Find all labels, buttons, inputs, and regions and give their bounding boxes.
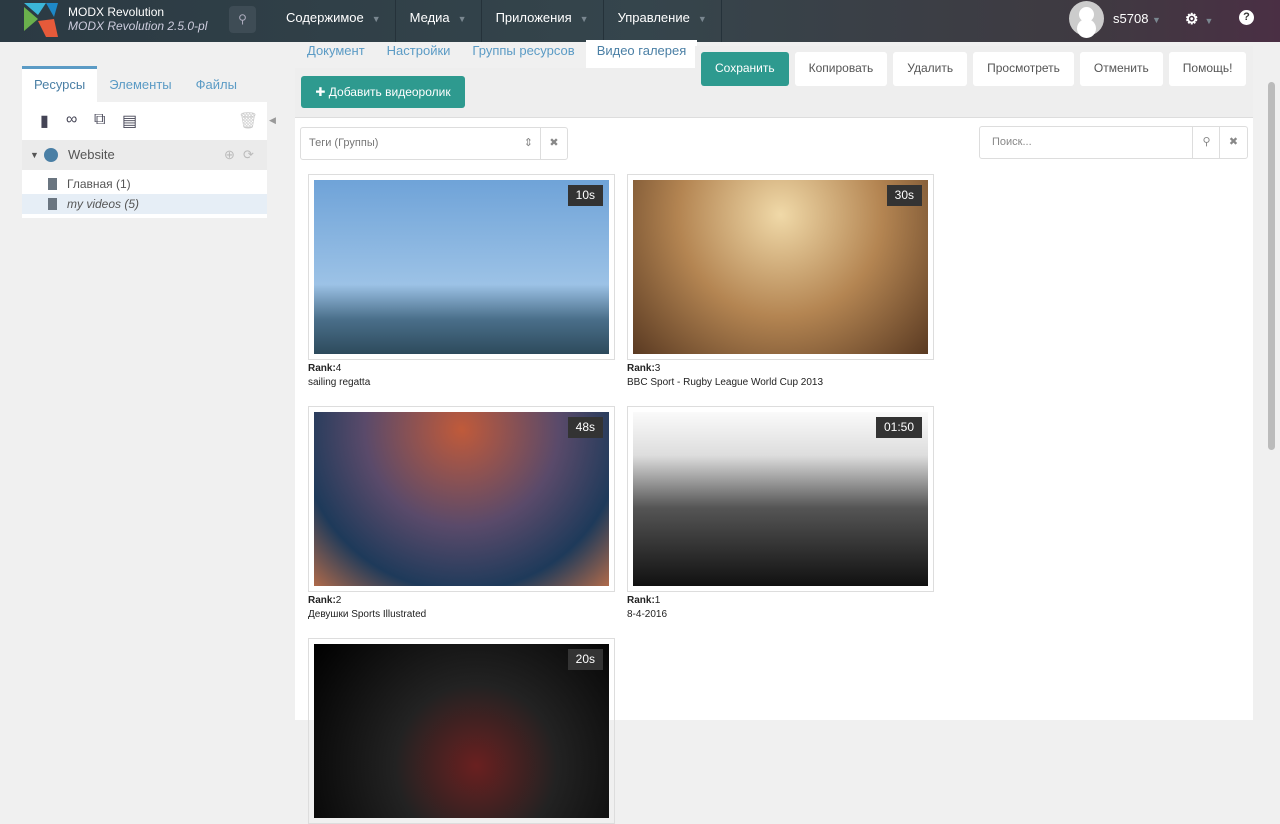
rank-value: 2 [335,595,342,606]
tab-resource-groups[interactable]: Группы ресурсов [461,40,585,68]
nav-label: Содержимое [286,10,364,25]
tags-placeholder: Теги (Группы) [309,137,379,149]
rank-value: 1 [654,595,661,606]
search-icon[interactable]: ⚲ [1192,127,1220,158]
video-thumbnail[interactable]: 10s [314,180,609,354]
new-document-icon[interactable]: ▮ [40,111,49,131]
video-card[interactable]: 20s [308,638,615,824]
video-card[interactable]: 01:50 [627,406,934,592]
video-card[interactable]: 30s [627,174,934,360]
video-caption: Rank:4 sailing regatta [308,362,370,390]
tree-toolbar: ▮ ∞ ⧉ ▤ 🗑 ◀ [22,102,276,140]
tab-settings[interactable]: Настройки [376,40,462,68]
video-caption: Rank:1 8-4-2016 [627,594,667,622]
globe-icon [44,148,58,162]
add-icon[interactable]: ⊕ [224,140,235,170]
resource-panel: Ресурсы Элементы Файлы ▮ ∞ ⧉ ▤ 🗑 ◀ ▼ Web… [22,66,276,218]
avatar[interactable] [1069,1,1104,36]
refresh-icon[interactable]: ⟳ [243,140,254,170]
nav-apps[interactable]: Приложения ▼ [482,0,604,42]
video-thumbnail[interactable]: 48s [314,412,609,586]
add-video-label: Добавить видеоролик [328,85,451,99]
tab-video-gallery[interactable]: Видео галерея [585,40,698,68]
rank-label: Rank: [308,595,336,606]
sort-arrows-icon: ⇕ [523,137,533,149]
rank-label: Rank: [627,363,655,374]
action-buttons: Сохранить Копировать Удалить Просмотреть… [695,46,1253,92]
username: s5708 [1113,11,1149,26]
clear-search-icon[interactable]: ✖ [1219,127,1247,158]
copy-button[interactable]: Копировать [794,52,888,86]
add-video-button[interactable]: ✚ Добавить видеоролик [301,76,465,108]
duration-badge: 30s [886,185,922,206]
nav-manage[interactable]: Управление ▼ [604,0,722,42]
tab-resources[interactable]: Ресурсы [22,66,98,102]
tab-elements[interactable]: Элементы [97,66,183,102]
nav-media[interactable]: Медиа ▼ [396,0,482,42]
video-title: 8-4-2016 [627,609,668,620]
main-nav: Содержимое ▼ Медиа ▼ Приложения ▼ Управлени… [272,0,722,42]
nav-label: Приложения [495,10,572,25]
scrollbar[interactable] [1268,82,1275,450]
video-title: sailing regatta [308,377,371,388]
help-icon[interactable]: ? [1239,10,1254,25]
brand-title: MODX Revolution [68,5,165,19]
video-title: Девушки Sports Illustrated [308,609,427,620]
duration-badge: 10s [567,185,603,206]
search-icon[interactable]: ⚲ [229,6,256,33]
context-website[interactable]: ▼ Website ⊕ ⟳ [22,140,267,170]
rank-value: 4 [335,363,342,374]
caret-down-icon: ▼ [1152,15,1161,25]
rank-value: 3 [654,363,661,374]
caret-down-icon[interactable]: ▼ [30,140,39,170]
video-gallery-panel: ✚ Добавить видеоролик Теги (Группы) ⇕ ✖ По… [295,68,1253,824]
help-button[interactable]: Помощь! [1168,52,1247,86]
video-thumbnail[interactable]: 01:50 [633,412,928,586]
duration-badge: 20s [567,649,603,670]
caret-down-icon: ▼ [697,14,707,24]
duration-badge: 48s [567,417,603,438]
tree-item[interactable]: my videos (5) [22,194,267,214]
resource-tabs: Документ Настройки Группы ресурсов Видео… [296,40,698,68]
duration-badge: 01:50 [875,417,922,438]
video-caption: Rank:3 BBC Sport - Rugby League World Cup… [627,362,823,390]
caret-down-icon: ▼ [579,14,589,24]
save-button[interactable]: Сохранить [701,52,789,86]
video-card[interactable]: 48s [308,406,615,592]
search-placeholder: Поиск... [992,136,1032,148]
view-button[interactable]: Просмотреть [973,52,1074,86]
delete-button[interactable]: Удалить [893,52,968,86]
rank-label: Rank: [308,363,336,374]
static-resource-icon[interactable]: ▤ [122,111,137,131]
trash-icon[interactable]: 🗑 [238,111,258,131]
nav-label: Медиа [409,10,450,25]
context-label: Website [68,147,115,162]
video-card[interactable]: 10s [308,174,615,360]
nav-label: Управление [617,10,690,25]
rank-label: Rank: [627,595,655,606]
cancel-button[interactable]: Отменить [1079,52,1163,86]
video-title: BBC Sport - Rugby League World Cup 2013 [627,377,824,388]
nav-content[interactable]: Содержимое ▼ [272,0,396,42]
caret-down-icon: ▼ [457,14,467,24]
tab-document[interactable]: Документ [296,40,376,68]
tags-select[interactable]: Теги (Группы) ⇕ ✖ [300,127,568,160]
video-thumbnail[interactable]: 30s [633,180,928,354]
search-input[interactable]: Поиск... ⚲ ✖ [979,126,1248,159]
weblink-icon[interactable]: ∞ [66,111,77,129]
modx-logo[interactable] [24,3,58,37]
video-thumbnail[interactable]: 20s [314,644,609,818]
tab-files[interactable]: Файлы [184,66,249,102]
tree-item[interactable]: Главная (1) [22,174,267,194]
gear-icon[interactable]: ⚙ ▼ [1185,10,1213,28]
user-menu[interactable]: s5708 ▼ [1113,11,1161,26]
clear-tags-icon[interactable]: ✖ [540,128,567,159]
caret-down-icon: ▼ [371,14,381,24]
top-header: MODX Revolution MODX Revolution 2.5.0-pl … [0,0,1280,42]
video-caption: Rank:2 Девушки Sports Illustrated [308,594,426,622]
collapse-icon[interactable]: ◀ [269,115,276,126]
brand-version: MODX Revolution 2.5.0-pl [68,19,208,33]
symlink-icon[interactable]: ⧉ [94,111,105,129]
